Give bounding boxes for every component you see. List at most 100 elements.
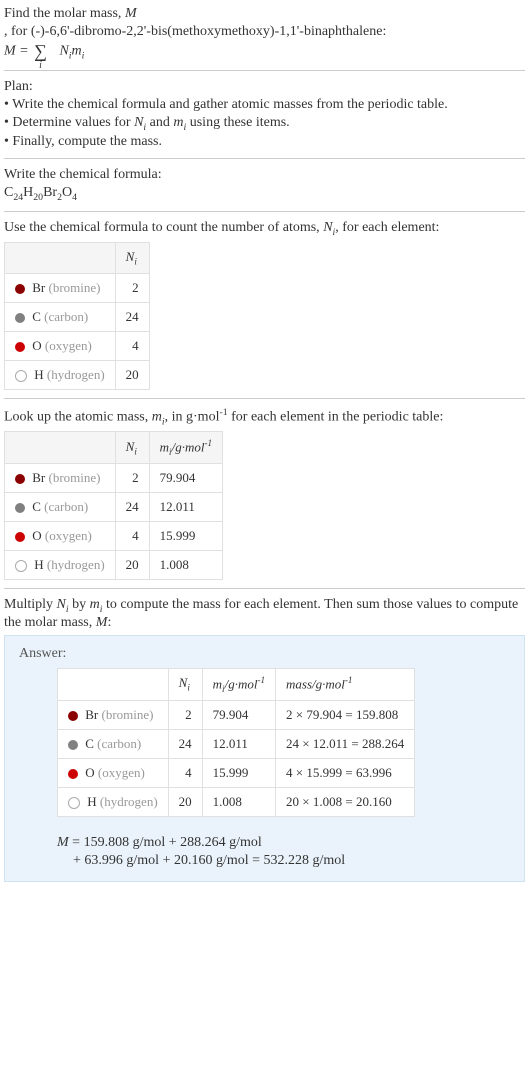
element-swatch-icon: [15, 560, 27, 572]
sigma-icon: ∑ i: [34, 42, 47, 61]
m-cell: 12.011: [149, 492, 222, 521]
table-row: Br (bromine)279.9042 × 79.904 = 159.808: [58, 700, 415, 729]
element-swatch-icon: [15, 284, 25, 294]
col-N: Ni: [168, 668, 202, 700]
mass-cell: 2 × 79.904 = 159.808: [276, 700, 415, 729]
plan-bullet-1: • Write the chemical formula and gather …: [4, 97, 525, 113]
intro-line-2: , for (-)-6,6'-dibromo-2,2'-bis(methoxym…: [4, 24, 525, 40]
col-m: mi/g·mol-1: [202, 668, 275, 700]
atom-count-table: Ni Br (bromine)2 C (carbon)24 O (oxygen)…: [4, 242, 150, 390]
col-element: [5, 431, 116, 463]
element-swatch-icon: [15, 474, 25, 484]
table-header-row: Ni mi/g·mol-1 mass/g·mol-1: [58, 668, 415, 700]
n-cell: 20: [115, 360, 149, 389]
element-cell: Br (bromine): [58, 700, 169, 729]
divider: [4, 211, 525, 212]
m-cell: 15.999: [149, 521, 222, 550]
element-cell: C (carbon): [58, 729, 169, 758]
m-cell: 79.904: [149, 463, 222, 492]
element-cell: O (oxygen): [5, 521, 116, 550]
element-swatch-icon: [68, 711, 78, 721]
table-row: C (carbon)24: [5, 302, 150, 331]
table-row: O (oxygen)415.9994 × 15.999 = 63.996: [58, 758, 415, 787]
element-cell: C (carbon): [5, 302, 116, 331]
table-row: O (oxygen)4: [5, 331, 150, 360]
intro-line-1: Find the molar mass, M: [4, 6, 525, 22]
answer-table: Ni mi/g·mol-1 mass/g·mol-1 Br (bromine)2…: [57, 668, 415, 817]
n-cell: 2: [115, 463, 149, 492]
n-cell: 24: [115, 302, 149, 331]
element-swatch-icon: [15, 342, 25, 352]
col-element: [58, 668, 169, 700]
element-swatch-icon: [15, 370, 27, 382]
chemical-formula: C24H20Br2O4: [4, 185, 525, 203]
mass-cell: 20 × 1.008 = 20.160: [276, 787, 415, 816]
intro-text: Find the molar mass,: [4, 6, 125, 21]
step4-header: Multiply Ni by mi to compute the mass fo…: [4, 597, 525, 631]
col-N: Ni: [115, 242, 149, 273]
element-cell: C (carbon): [5, 492, 116, 521]
n-cell: 24: [168, 729, 202, 758]
answer-label: Answer:: [19, 646, 510, 662]
m-cell: 79.904: [202, 700, 275, 729]
n-cell: 20: [115, 550, 149, 579]
var-N: N: [59, 44, 68, 59]
table-row: Br (bromine)2: [5, 273, 150, 302]
var-M: M: [125, 6, 137, 21]
divider: [4, 588, 525, 589]
col-mass: mass/g·mol-1: [276, 668, 415, 700]
intro-equation: M = ∑ i Nimi: [4, 42, 525, 62]
col-element: [5, 242, 116, 273]
element-swatch-icon: [15, 313, 25, 323]
table-row: Br (bromine)279.904: [5, 463, 223, 492]
col-m: mi/g·mol-1: [149, 431, 222, 463]
table-row: O (oxygen)415.999: [5, 521, 223, 550]
table-row: H (hydrogen)201.008: [5, 550, 223, 579]
step2-header: Use the chemical formula to count the nu…: [4, 220, 525, 238]
element-cell: H (hydrogen): [5, 550, 116, 579]
result-line-1: M = 159.808 g/mol + 288.264 g/mol: [57, 835, 510, 851]
n-cell: 2: [168, 700, 202, 729]
answer-box: Answer: Ni mi/g·mol-1 mass/g·mol-1 Br (b…: [4, 635, 525, 882]
plan-bullet-2: • Determine values for Ni and mi using t…: [4, 115, 525, 133]
n-cell: 24: [115, 492, 149, 521]
divider: [4, 158, 525, 159]
m-cell: 1.008: [202, 787, 275, 816]
table-row: H (hydrogen)20: [5, 360, 150, 389]
table-row: C (carbon)2412.011: [5, 492, 223, 521]
m-cell: 15.999: [202, 758, 275, 787]
table-row: H (hydrogen)201.00820 × 1.008 = 20.160: [58, 787, 415, 816]
table-header-row: Ni mi/g·mol-1: [5, 431, 223, 463]
atomic-mass-table: Ni mi/g·mol-1 Br (bromine)279.904 C (car…: [4, 431, 223, 580]
mass-cell: 4 × 15.999 = 63.996: [276, 758, 415, 787]
n-cell: 4: [115, 521, 149, 550]
plan-bullet-3: • Finally, compute the mass.: [4, 134, 525, 150]
eq-lhs: M =: [4, 44, 32, 59]
var-m: m: [72, 44, 82, 59]
table-header-row: Ni: [5, 242, 150, 273]
element-swatch-icon: [68, 740, 78, 750]
step1-header: Write the chemical formula:: [4, 167, 525, 183]
n-cell: 2: [115, 273, 149, 302]
n-cell: 4: [115, 331, 149, 360]
divider: [4, 70, 525, 71]
result-line-2: + 63.996 g/mol + 20.160 g/mol = 532.228 …: [73, 853, 510, 869]
element-swatch-icon: [68, 769, 78, 779]
plan-header: Plan:: [4, 79, 525, 95]
element-swatch-icon: [15, 503, 25, 513]
col-N: Ni: [115, 431, 149, 463]
mass-cell: 24 × 12.011 = 288.264: [276, 729, 415, 758]
step3-header: Look up the atomic mass, mi, in g·mol-1 …: [4, 407, 525, 427]
m-cell: 1.008: [149, 550, 222, 579]
element-cell: O (oxygen): [5, 331, 116, 360]
element-cell: Br (bromine): [5, 273, 116, 302]
m-cell: 12.011: [202, 729, 275, 758]
n-cell: 20: [168, 787, 202, 816]
table-row: C (carbon)2412.01124 × 12.011 = 288.264: [58, 729, 415, 758]
element-cell: H (hydrogen): [5, 360, 116, 389]
n-cell: 4: [168, 758, 202, 787]
divider: [4, 398, 525, 399]
element-swatch-icon: [15, 532, 25, 542]
element-swatch-icon: [68, 797, 80, 809]
element-cell: O (oxygen): [58, 758, 169, 787]
